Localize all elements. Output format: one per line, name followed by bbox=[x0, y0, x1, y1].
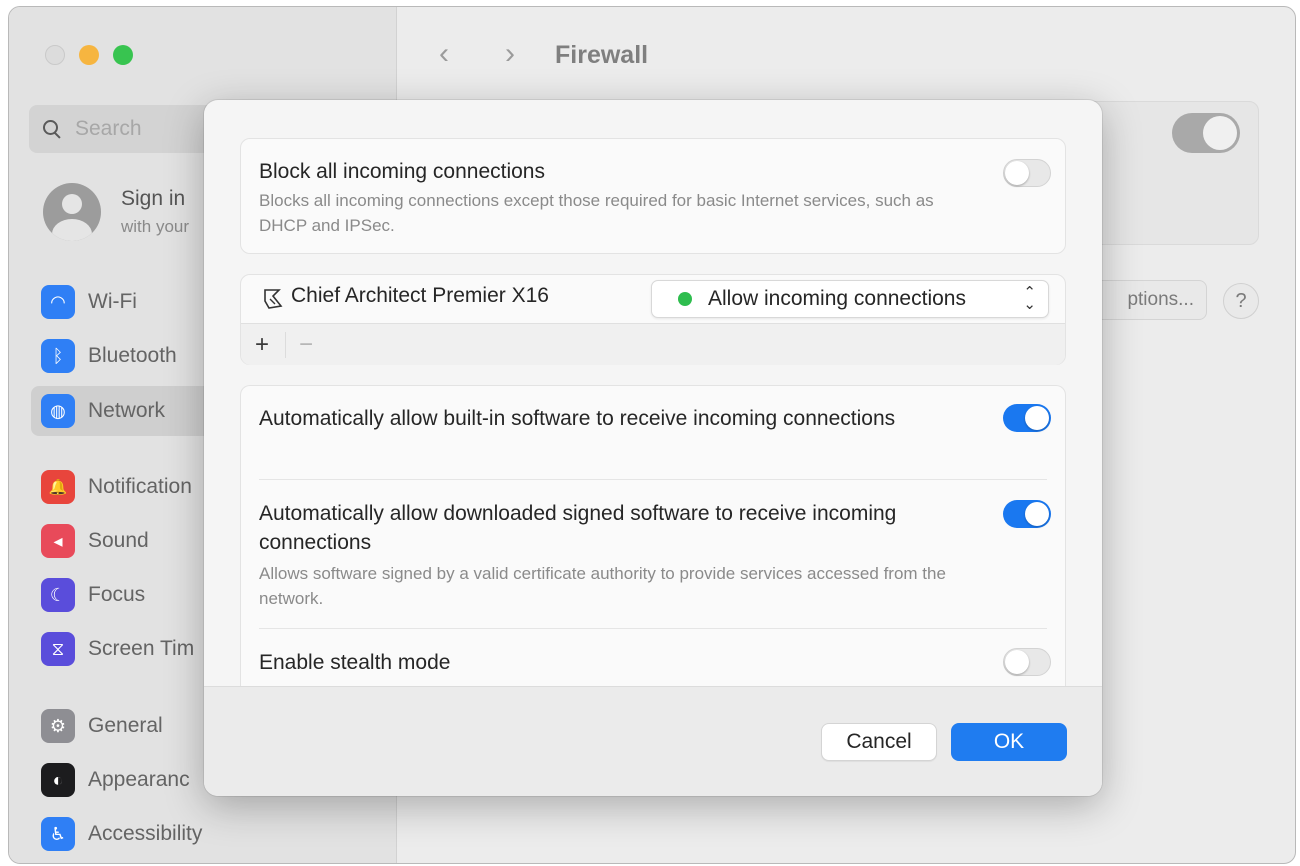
stealth-mode-title: Enable stealth mode bbox=[259, 651, 451, 674]
block-all-card: Block all incoming connections Blocks al… bbox=[240, 138, 1066, 254]
sidebar-item-label: Network bbox=[88, 399, 166, 422]
avatar bbox=[43, 183, 101, 241]
builtin-software-title: Automatically allow built-in software to… bbox=[259, 407, 896, 430]
wifi-icon: ◠ bbox=[41, 285, 75, 319]
bell-icon: 🔔 bbox=[41, 470, 75, 504]
hourglass-icon: ⧖ bbox=[41, 632, 75, 666]
moon-icon: ☾ bbox=[41, 578, 75, 612]
firewall-options-sheet: Block all incoming connections Blocks al… bbox=[204, 100, 1102, 796]
connection-policy-value: Allow incoming connections bbox=[708, 287, 966, 310]
close-button[interactable] bbox=[45, 45, 65, 65]
firewall-toggle[interactable] bbox=[1172, 113, 1240, 153]
signed-software-description: Allows software signed by a valid certif… bbox=[259, 564, 946, 608]
window-controls bbox=[45, 45, 133, 65]
globe-icon: ◍ bbox=[41, 394, 75, 428]
add-app-button[interactable]: + bbox=[247, 330, 277, 360]
minimize-button[interactable] bbox=[79, 45, 99, 65]
app-icon bbox=[261, 287, 285, 311]
app-list: Chief Architect Premier X16 Allow incomi… bbox=[240, 274, 1066, 365]
forward-button[interactable]: › bbox=[505, 37, 515, 71]
status-dot-icon bbox=[678, 292, 692, 306]
accessibility-icon: ♿ bbox=[41, 817, 75, 851]
help-button[interactable]: ? bbox=[1223, 283, 1259, 319]
builtin-software-toggle[interactable] bbox=[1003, 404, 1051, 432]
account-subtitle: with your bbox=[121, 217, 190, 236]
block-all-title: Block all incoming connections bbox=[259, 160, 545, 183]
search-field[interactable]: Search bbox=[29, 105, 229, 153]
chevron-updown-icon: ⌃ ⌄ bbox=[1023, 284, 1036, 313]
sidebar-item-label: General bbox=[88, 714, 163, 737]
speaker-icon: ◂ bbox=[41, 524, 75, 558]
app-list-row[interactable]: Chief Architect Premier X16 Allow incomi… bbox=[241, 275, 1065, 323]
remove-app-button[interactable]: − bbox=[291, 330, 321, 360]
toolbar: ‹ › Firewall bbox=[397, 7, 1295, 103]
sidebar-item-label: Appearanc bbox=[88, 768, 190, 791]
back-button[interactable]: ‹ bbox=[439, 37, 449, 71]
signed-software-toggle[interactable] bbox=[1003, 500, 1051, 528]
gear-icon: ⚙ bbox=[41, 709, 75, 743]
options-card: Automatically allow built-in software to… bbox=[240, 385, 1066, 715]
bluetooth-icon: ᛒ bbox=[41, 339, 75, 373]
signed-software-title: Automatically allow downloaded signed so… bbox=[259, 502, 897, 554]
sidebar-item-label: Sound bbox=[88, 529, 149, 552]
connection-policy-popup[interactable]: Allow incoming connections ⌃ ⌄ bbox=[651, 280, 1049, 318]
ok-button[interactable]: OK bbox=[951, 723, 1067, 761]
divider bbox=[259, 628, 1047, 629]
sidebar-item-label: Screen Tim bbox=[88, 637, 195, 660]
app-name: Chief Architect Premier X16 bbox=[291, 284, 549, 307]
block-all-toggle[interactable] bbox=[1003, 159, 1051, 187]
block-all-description: Blocks all incoming connections except t… bbox=[259, 191, 934, 235]
sidebar-item-label: Bluetooth bbox=[88, 344, 177, 367]
account-title: Sign in bbox=[121, 187, 186, 210]
sidebar-item-label: Accessibility bbox=[88, 822, 203, 845]
apple-account[interactable]: Sign in with your bbox=[43, 183, 189, 241]
sheet-footer: Cancel OK bbox=[204, 686, 1102, 796]
sidebar-item-label: Focus bbox=[88, 583, 146, 606]
zoom-button[interactable] bbox=[113, 45, 133, 65]
sidebar-item-label: Wi-Fi bbox=[88, 290, 137, 313]
page-title: Firewall bbox=[555, 41, 649, 69]
sidebar-item-accessibility[interactable]: ♿ Accessibility bbox=[31, 809, 381, 859]
list-toolbar: + − bbox=[241, 323, 1065, 365]
search-icon bbox=[41, 118, 63, 140]
sidebar-item-label: Notification bbox=[88, 475, 192, 498]
divider bbox=[259, 479, 1047, 480]
appearance-icon: ◐ bbox=[41, 763, 75, 797]
stealth-mode-toggle[interactable] bbox=[1003, 648, 1051, 676]
search-placeholder: Search bbox=[75, 117, 142, 140]
cancel-button[interactable]: Cancel bbox=[821, 723, 937, 761]
toolbar-divider bbox=[285, 332, 286, 358]
